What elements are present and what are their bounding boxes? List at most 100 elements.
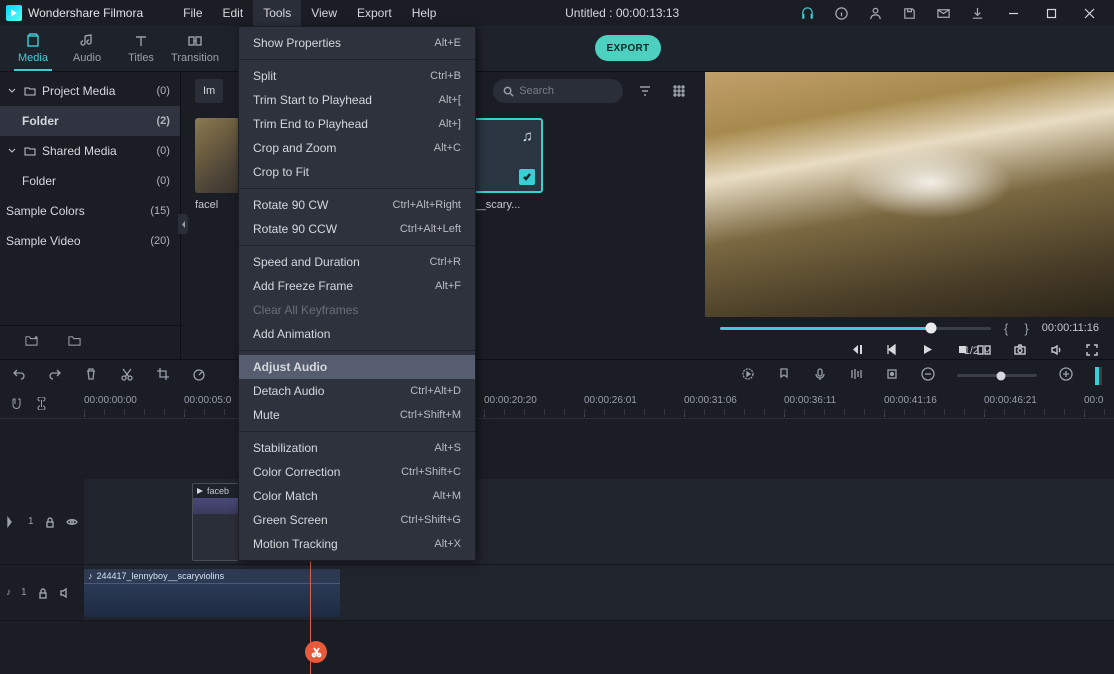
user-icon[interactable]	[866, 4, 884, 22]
tab-audio[interactable]: Audio	[60, 25, 114, 71]
zoom-in-icon[interactable]	[1059, 367, 1073, 384]
crop-icon[interactable]	[156, 367, 170, 384]
magnet-icon[interactable]	[10, 397, 23, 413]
preview-controls: { } 00:00:11:16 1/2	[705, 317, 1114, 359]
menu-view[interactable]: View	[301, 0, 347, 26]
video-track-head: 1	[0, 479, 84, 564]
ruler-tick: 00:00:46:21	[984, 395, 1037, 406]
minimize-button[interactable]	[994, 0, 1032, 26]
sidebar-item[interactable]: Shared Media(0)	[0, 136, 180, 166]
download-icon[interactable]	[968, 4, 986, 22]
snapshot-icon[interactable]	[1013, 343, 1027, 360]
menu-file[interactable]: File	[173, 0, 212, 26]
audio-clip[interactable]: ♪244417_lennyboy__scaryviolins	[84, 569, 340, 617]
info-icon[interactable]	[832, 4, 850, 22]
speaker-icon[interactable]	[59, 587, 71, 599]
menu-item-detach-audio[interactable]: Detach AudioCtrl+Alt+D	[239, 379, 475, 403]
menu-item-rotate-90-ccw[interactable]: Rotate 90 CCWCtrl+Alt+Left	[239, 217, 475, 241]
fullscreen-icon[interactable]	[1085, 343, 1099, 360]
menu-item-split[interactable]: SplitCtrl+B	[239, 64, 475, 88]
delete-icon[interactable]	[84, 367, 98, 384]
filter-icon[interactable]	[633, 79, 657, 103]
eye-icon[interactable]	[66, 516, 78, 528]
redo-icon[interactable]	[48, 367, 62, 384]
cut-icon[interactable]	[120, 367, 134, 384]
save-icon[interactable]	[900, 4, 918, 22]
menu-item-add-freeze-frame[interactable]: Add Freeze FrameAlt+F	[239, 274, 475, 298]
sidebar-item[interactable]: Folder(0)	[0, 166, 180, 196]
thumb-audio[interactable]: ♫ y__scary...	[468, 118, 543, 211]
folder-icon[interactable]	[67, 334, 82, 350]
menu-item-crop-and-zoom[interactable]: Crop and ZoomAlt+C	[239, 136, 475, 160]
menu-item-green-screen[interactable]: Green ScreenCtrl+Shift+G	[239, 508, 475, 532]
render-icon[interactable]	[741, 367, 755, 384]
headset-icon[interactable]	[798, 4, 816, 22]
search-placeholder: Search	[519, 85, 554, 97]
menu-item-color-match[interactable]: Color MatchAlt+M	[239, 484, 475, 508]
tab-media[interactable]: Media	[6, 25, 60, 71]
grid-view-icon[interactable]	[667, 79, 691, 103]
step-back-button[interactable]	[886, 343, 899, 359]
search-input[interactable]: Search	[493, 79, 623, 103]
menu-edit[interactable]: Edit	[213, 0, 254, 26]
tools-menu: Show PropertiesAlt+E SplitCtrl+BTrim Star…	[238, 26, 476, 561]
menu-item-rotate-90-cw[interactable]: Rotate 90 CWCtrl+Alt+Right	[239, 193, 475, 217]
new-folder-icon[interactable]	[24, 334, 39, 350]
zoom-slider[interactable]	[957, 374, 1037, 377]
link-icon[interactable]	[35, 397, 48, 413]
maximize-button[interactable]	[1032, 0, 1070, 26]
brace-close-icon[interactable]: }	[1021, 321, 1031, 336]
zoom-out-icon[interactable]	[921, 367, 935, 384]
menu-item-stabilization[interactable]: StabilizationAlt+S	[239, 436, 475, 460]
prev-frame-button[interactable]	[851, 343, 864, 359]
tab-transition[interactable]: Transition	[168, 25, 222, 71]
volume-icon[interactable]	[1049, 343, 1063, 360]
menu-export[interactable]: Export	[347, 0, 402, 26]
sidebar-item[interactable]: Sample Colors(15)	[0, 196, 180, 226]
play-button[interactable]	[921, 343, 934, 359]
menu-item-speed-and-duration[interactable]: Speed and DurationCtrl+R	[239, 250, 475, 274]
menu-help[interactable]: Help	[402, 0, 447, 26]
menu-item-show-properties[interactable]: Show PropertiesAlt+E	[239, 31, 475, 55]
tab-titles[interactable]: Titles	[114, 25, 168, 71]
video-clip[interactable]: faceb	[192, 483, 239, 561]
lock-icon[interactable]	[44, 516, 56, 528]
brace-open-icon[interactable]: {	[1001, 321, 1011, 336]
menu-tools[interactable]: Tools	[253, 0, 301, 26]
scissors-icon[interactable]	[305, 641, 327, 663]
close-button[interactable]	[1070, 0, 1108, 26]
menu-item-trim-start-to-playhead[interactable]: Trim Start to PlayheadAlt+[	[239, 88, 475, 112]
ruler-tick: 00:00:36:11	[784, 395, 836, 406]
menu-item-color-correction[interactable]: Color CorrectionCtrl+Shift+C	[239, 460, 475, 484]
export-button[interactable]: EXPORT	[595, 35, 661, 61]
preview-viewport[interactable]	[705, 72, 1114, 317]
mail-icon[interactable]	[934, 4, 952, 22]
undo-icon[interactable]	[12, 367, 26, 384]
keyframe-icon[interactable]	[885, 367, 899, 384]
audio-track-body[interactable]: ♪244417_lennyboy__scaryviolins	[84, 565, 1114, 620]
sidebar-item[interactable]: Project Media(0)	[0, 76, 180, 106]
sidebar-item[interactable]: Folder(2)	[0, 106, 180, 136]
app-logo	[6, 5, 22, 21]
import-button[interactable]: Im	[195, 79, 223, 103]
timeline-ruler[interactable]: 00:00:00:0000:00:05:000:00:20:2000:00:26…	[0, 391, 1114, 419]
voiceover-icon[interactable]	[813, 367, 827, 384]
menu-item-add-animation[interactable]: Add Animation	[239, 322, 475, 346]
menu-item-motion-tracking[interactable]: Motion TrackingAlt+X	[239, 532, 475, 556]
sidebar-item[interactable]: Sample Video(20)	[0, 226, 180, 256]
audio-mix-icon[interactable]	[849, 367, 863, 384]
audio-track-head: ♪ 1	[0, 565, 84, 620]
marker-icon[interactable]	[777, 367, 791, 384]
menu-item-adjust-audio[interactable]: Adjust Audio	[239, 355, 475, 379]
menu-item-mute[interactable]: MuteCtrl+Shift+M	[239, 403, 475, 427]
panel-toggle-icon[interactable]	[1095, 367, 1102, 385]
menu-item-crop-to-fit[interactable]: Crop to Fit	[239, 160, 475, 184]
speed-icon[interactable]	[192, 367, 206, 384]
video-track: 1 faceb	[0, 479, 1114, 565]
preview-timecode: 00:00:11:16	[1042, 322, 1099, 334]
compare-icon[interactable]	[977, 343, 991, 360]
menu-item-trim-end-to-playhead[interactable]: Trim End to PlayheadAlt+]	[239, 112, 475, 136]
sidebar-toggle[interactable]	[178, 214, 188, 234]
scrub-bar[interactable]	[720, 327, 991, 330]
lock-icon[interactable]	[37, 587, 49, 599]
